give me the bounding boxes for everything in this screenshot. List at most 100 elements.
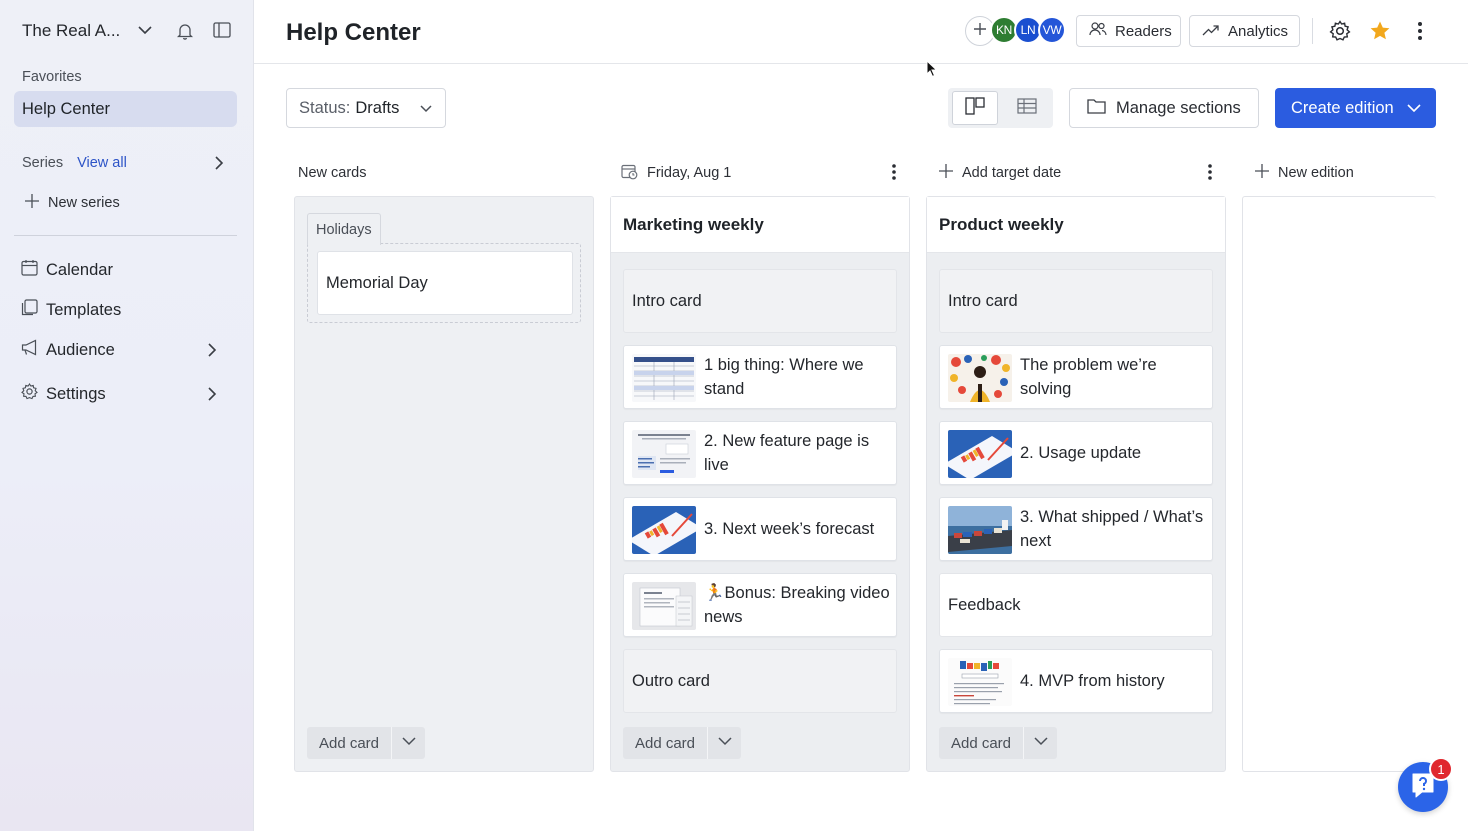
card-title: 2. New feature page is live xyxy=(704,432,870,474)
sidebar-item-help-center[interactable]: Help Center xyxy=(14,91,237,127)
card-title: 🏃Bonus: Breaking video news xyxy=(704,584,890,626)
sidebar-item-audience[interactable]: Audience xyxy=(21,338,233,362)
analytics-label: Analytics xyxy=(1228,22,1289,40)
manage-sections-label: Manage sections xyxy=(1116,98,1241,117)
analytics-button[interactable]: Analytics xyxy=(1189,15,1300,47)
trend-up-icon xyxy=(1202,23,1220,40)
table-view-button[interactable] xyxy=(1004,91,1050,125)
status-key: Status: xyxy=(299,98,351,117)
chart-thumbnail xyxy=(948,430,1012,478)
star-icon[interactable] xyxy=(1368,19,1392,43)
readers-label: Readers xyxy=(1115,22,1172,40)
edition-title[interactable]: Product weekly xyxy=(927,197,1225,253)
edition-date-button[interactable]: Friday, Aug 1 xyxy=(621,162,731,184)
avatar[interactable]: VW xyxy=(1038,16,1066,44)
folder-icon xyxy=(1087,98,1106,119)
workspace-name: The Real A... xyxy=(22,21,121,40)
readers-button[interactable]: Readers xyxy=(1076,15,1181,47)
chevron-down-icon[interactable] xyxy=(137,22,153,43)
document-thumbnail xyxy=(632,430,696,478)
plus-icon xyxy=(938,163,954,183)
favorites-label: Favorites xyxy=(22,69,82,85)
add-card-dropdown[interactable] xyxy=(707,727,741,759)
chevron-right-icon[interactable] xyxy=(212,155,226,175)
intro-card[interactable]: Intro card xyxy=(623,269,897,333)
edition-title[interactable]: Marketing weekly xyxy=(611,197,909,253)
add-card-dropdown[interactable] xyxy=(1023,727,1057,759)
add-card-control: Add card xyxy=(623,727,741,759)
header-divider xyxy=(1312,18,1313,44)
list-item[interactable]: 3. What shipped / What’s next xyxy=(939,497,1213,561)
sidebar-toggle-icon[interactable] xyxy=(213,22,231,43)
sidebar-item-label: Audience xyxy=(46,340,115,359)
status-value: Drafts xyxy=(355,98,400,117)
feedback-card[interactable]: Feedback xyxy=(939,573,1213,637)
new-edition-button[interactable]: New edition xyxy=(1254,162,1354,184)
page-title: Help Center xyxy=(286,19,421,46)
new-cards-column: Holidays Memorial Day Add card xyxy=(294,196,594,772)
list-item[interactable]: 3. Next week’s forecast xyxy=(623,497,897,561)
add-target-date-button[interactable]: Add target date xyxy=(938,162,1061,184)
manage-sections-button[interactable]: Manage sections xyxy=(1069,88,1259,128)
view-all-link[interactable]: View all xyxy=(77,155,127,171)
card-title: 1 big thing: Where we stand xyxy=(704,356,864,398)
outro-card[interactable]: Outro card xyxy=(623,649,897,713)
more-vertical-icon[interactable] xyxy=(1207,163,1213,186)
plus-icon xyxy=(973,22,987,41)
ship-thumbnail xyxy=(948,506,1012,554)
edition-date-label: Friday, Aug 1 xyxy=(647,165,732,181)
chevron-down-icon xyxy=(717,734,733,752)
sidebar-item-templates[interactable]: Templates xyxy=(21,298,233,322)
sidebar-item-calendar[interactable]: Calendar xyxy=(21,258,233,282)
intro-card[interactable]: Intro card xyxy=(939,269,1213,333)
sidebar-item-settings[interactable]: Settings xyxy=(21,382,233,406)
list-item[interactable]: 2. Usage update xyxy=(939,421,1213,485)
more-vertical-icon[interactable] xyxy=(891,163,897,186)
add-card-button[interactable]: Add card xyxy=(623,727,707,759)
add-target-date-label: Add target date xyxy=(962,165,1062,181)
list-item[interactable]: 1 big thing: Where we stand xyxy=(623,345,897,409)
board-view-icon xyxy=(965,96,985,120)
add-card-control: Add card xyxy=(307,727,425,759)
add-card-control: Add card xyxy=(939,727,1057,759)
form-thumbnail xyxy=(632,582,696,630)
new-series-button[interactable]: New series xyxy=(24,193,120,213)
chart-thumbnail xyxy=(632,506,696,554)
table-view-icon xyxy=(1017,97,1037,119)
chevron-right-icon[interactable] xyxy=(205,386,219,407)
spreadsheet-thumbnail xyxy=(632,354,696,402)
sidebar-item-label: Calendar xyxy=(46,260,113,279)
list-item[interactable]: The problem we’re solving xyxy=(939,345,1213,409)
holidays-group-label[interactable]: Holidays xyxy=(307,213,381,245)
card-title: The problem we’re solving xyxy=(1020,356,1157,398)
header-bottom-divider xyxy=(254,63,1468,64)
sidebar-item-label: Settings xyxy=(46,384,106,403)
list-item[interactable]: 2. New feature page is live xyxy=(623,421,897,485)
list-item[interactable]: 4. MVP from history xyxy=(939,649,1213,713)
gear-icon xyxy=(21,382,38,405)
chevron-down-icon[interactable] xyxy=(1406,101,1422,120)
gear-icon[interactable] xyxy=(1328,19,1352,43)
add-card-dropdown[interactable] xyxy=(391,727,425,759)
card-title: 3. What shipped / What’s next xyxy=(1020,508,1204,550)
new-edition-column xyxy=(1242,196,1436,772)
more-vertical-icon[interactable] xyxy=(1410,19,1430,43)
chevron-right-icon[interactable] xyxy=(205,342,219,363)
person-icons-thumbnail xyxy=(948,354,1012,402)
list-item[interactable]: 🏃Bonus: Breaking video news xyxy=(623,573,897,637)
chevron-down-icon xyxy=(1033,734,1049,752)
card-title: Intro card xyxy=(632,292,702,310)
card-title: Outro card xyxy=(632,672,710,690)
workspace-switcher[interactable]: The Real A... xyxy=(22,20,234,42)
memorial-day-card[interactable]: Memorial Day xyxy=(317,251,573,315)
create-edition-button[interactable]: Create edition xyxy=(1275,88,1436,128)
sidebar: The Real A... Favorites Help Center Seri… xyxy=(0,0,254,831)
board-view-button[interactable] xyxy=(952,91,998,125)
card-title: Feedback xyxy=(948,596,1021,614)
status-filter-select[interactable]: Status: Drafts xyxy=(286,88,446,128)
bell-icon[interactable] xyxy=(176,22,194,45)
new-cards-header: New cards xyxy=(298,165,367,181)
card-title: 2. Usage update xyxy=(1020,444,1142,462)
add-card-button[interactable]: Add card xyxy=(307,727,391,759)
add-card-button[interactable]: Add card xyxy=(939,727,1023,759)
